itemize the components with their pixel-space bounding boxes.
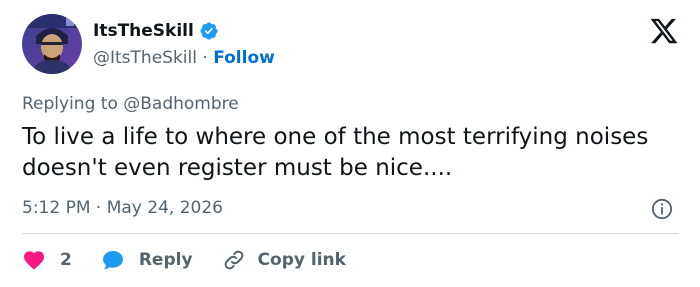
tweet-text: To live a life to where one of the most … bbox=[22, 124, 649, 181]
reply-label: Reply bbox=[138, 250, 193, 270]
author-name-row: ItsTheSkill bbox=[93, 21, 219, 41]
author-display-name[interactable]: ItsTheSkill bbox=[93, 21, 194, 41]
action-bar: 2 Reply Copy link bbox=[22, 248, 375, 272]
info-icon[interactable] bbox=[651, 198, 673, 220]
divider bbox=[22, 233, 679, 234]
copy-link-button[interactable]: Copy link bbox=[222, 248, 346, 272]
likes-count: 2 bbox=[60, 250, 72, 270]
reply-button[interactable]: Reply bbox=[101, 248, 193, 272]
author-handle-row: @ItsTheSkill · Follow bbox=[93, 48, 275, 68]
reply-bubble-icon bbox=[102, 251, 123, 270]
verified-badge-icon bbox=[200, 22, 218, 40]
replying-to-handle[interactable]: @Badhombre bbox=[123, 94, 238, 114]
avatar[interactable] bbox=[22, 14, 82, 74]
link-icon bbox=[224, 250, 243, 270]
author-handle[interactable]: @ItsTheSkill bbox=[93, 48, 197, 68]
replying-to-prefix: Replying to bbox=[22, 94, 118, 114]
follow-button[interactable]: Follow bbox=[213, 48, 275, 68]
copy-link-label: Copy link bbox=[257, 250, 346, 270]
replying-to: Replying to @Badhombre bbox=[22, 94, 239, 114]
heart-icon bbox=[24, 251, 44, 270]
x-logo-icon[interactable] bbox=[649, 16, 679, 46]
handle-separator: · bbox=[202, 48, 208, 68]
tweet-timestamp[interactable]: 5:12 PM · May 24, 2026 bbox=[22, 198, 223, 218]
like-button[interactable]: 2 bbox=[22, 248, 72, 272]
